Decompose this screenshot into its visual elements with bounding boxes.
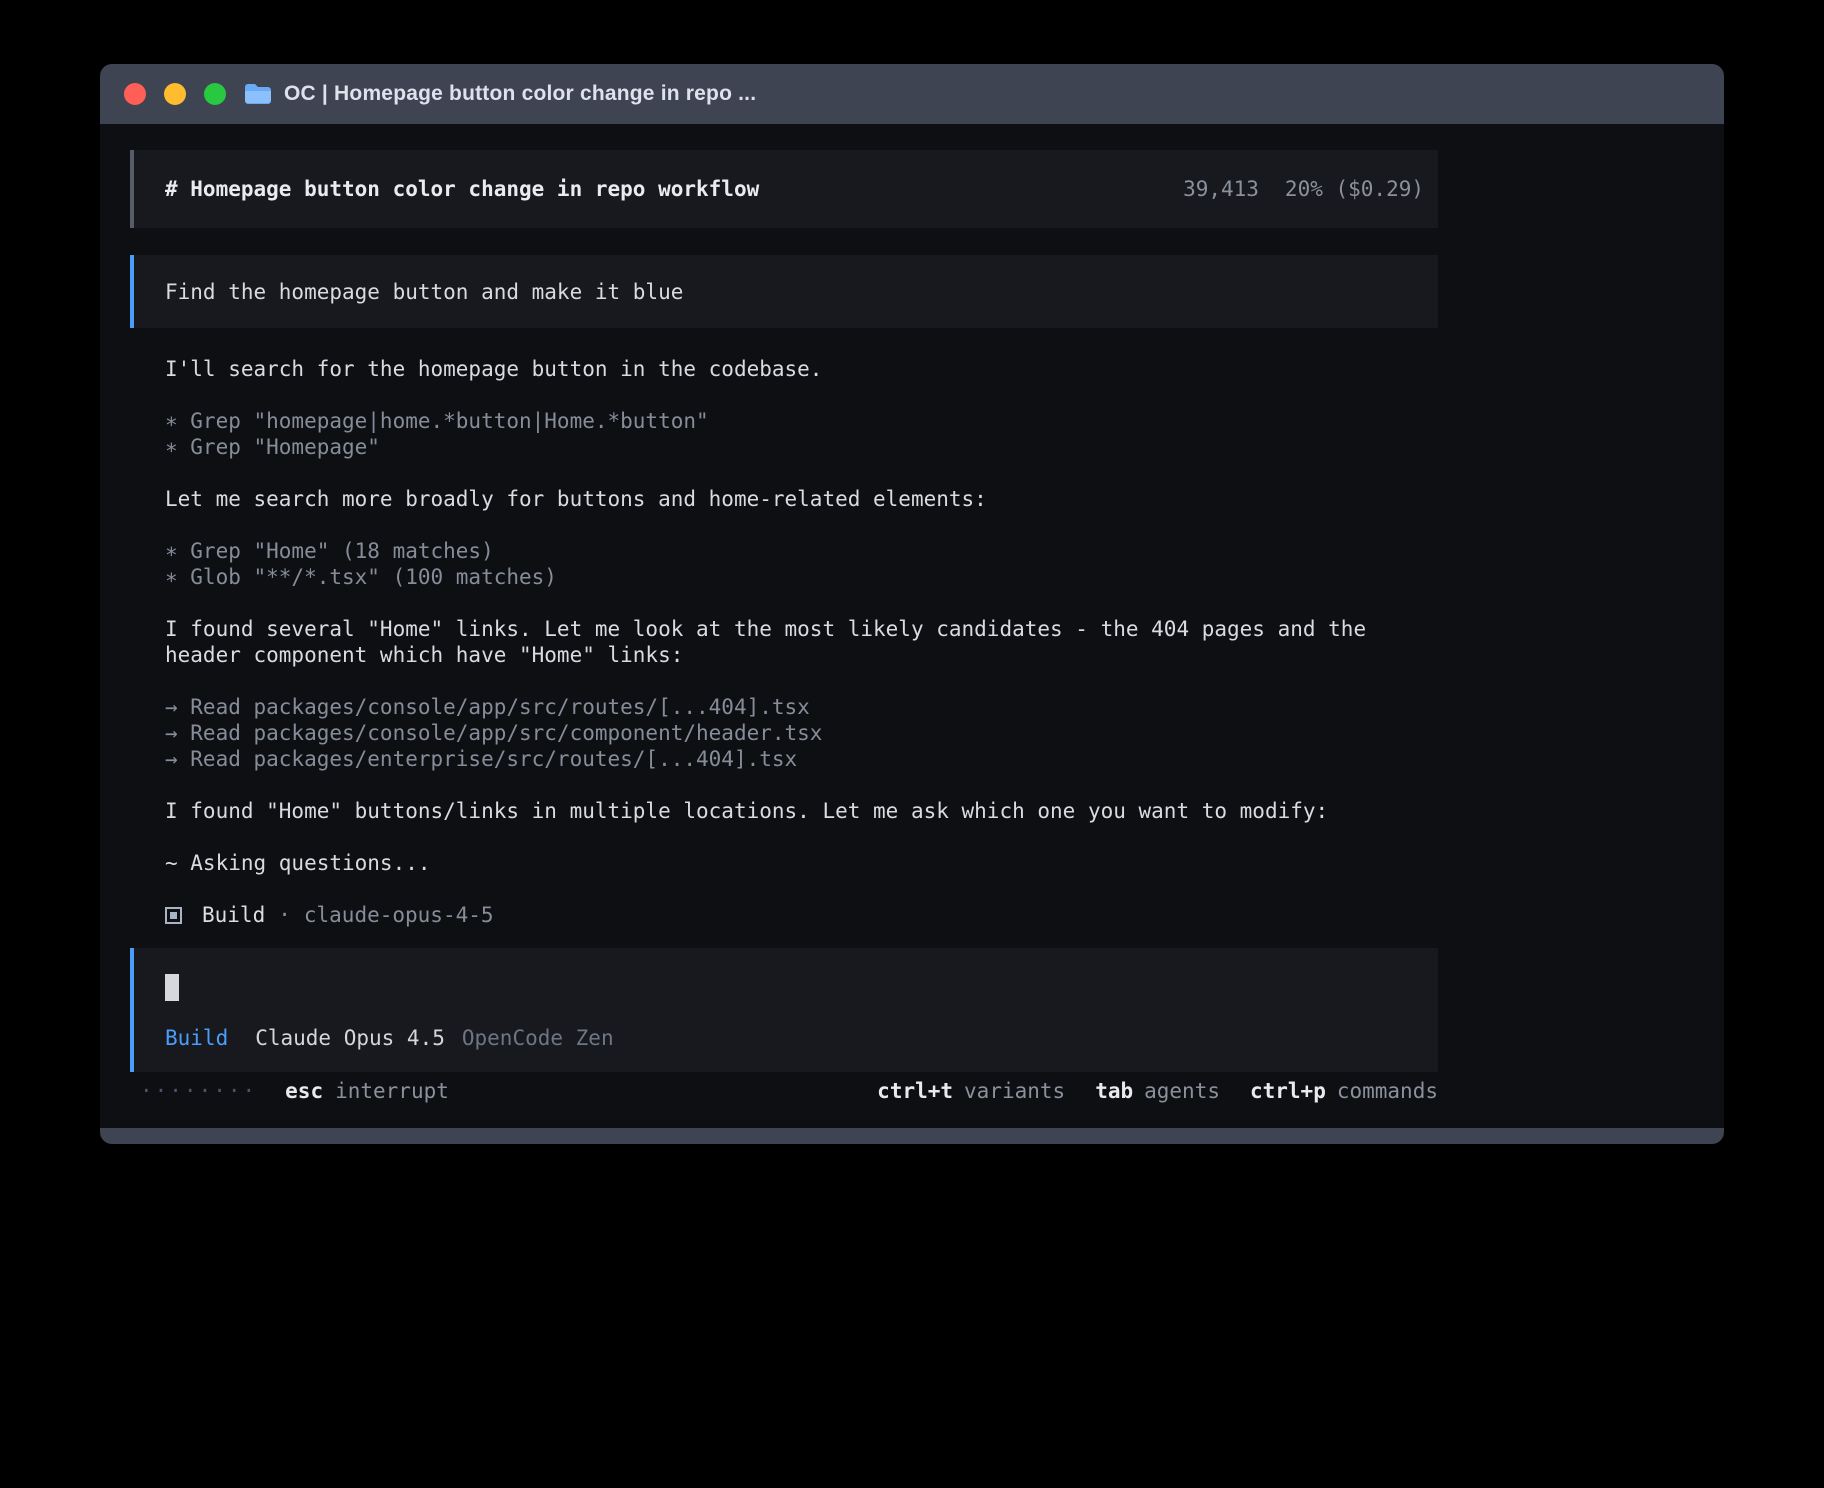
provider-label: OpenCode Zen [462, 1026, 614, 1050]
tool-call-glob: ∗ Glob "**/*.tsx" (100 matches) [165, 564, 1389, 590]
status-bar: ········ esc interrupt ctrl+t variants t… [130, 1079, 1438, 1103]
assistant-text: Let me search more broadly for buttons a… [165, 486, 1389, 512]
tool-call-read: → Read packages/console/app/src/componen… [165, 720, 1389, 746]
tool-call-grep: ∗ Grep "homepage|home.*button|Home.*butt… [165, 408, 1389, 434]
esc-key-hint: esc [285, 1079, 323, 1103]
traffic-lights [124, 83, 226, 105]
agent-model: claude-opus-4-5 [304, 902, 494, 928]
commands-label: commands [1337, 1079, 1438, 1103]
assistant-status: ~ Asking questions... [165, 850, 1389, 876]
assistant-text: I found several "Home" links. Let me loo… [165, 616, 1389, 668]
ctrl-t-key-hint: ctrl+t [877, 1079, 953, 1103]
build-agent-icon [165, 907, 182, 924]
token-count: 39,413 [1183, 177, 1259, 201]
window-title: OC | Homepage button color change in rep… [284, 82, 756, 106]
session-meta: 39,413 20% ($0.29) [1183, 177, 1424, 201]
user-message: Find the homepage button and make it blu… [130, 255, 1438, 328]
folder-icon [244, 83, 272, 105]
session-title: # Homepage button color change in repo w… [165, 177, 759, 201]
tool-call-read: → Read packages/enterprise/src/routes/[.… [165, 746, 1389, 772]
agent-status-line: Build · claude-opus-4-5 [165, 902, 1389, 928]
tool-call-grep: ∗ Grep "Home" (18 matches) [165, 538, 1389, 564]
assistant-text: I found "Home" buttons/links in multiple… [165, 798, 1389, 824]
prompt-input[interactable]: Build Claude Opus 4.5 OpenCode Zen [130, 948, 1438, 1072]
tool-call-read: → Read packages/console/app/src/routes/[… [165, 694, 1389, 720]
assistant-text: I'll search for the homepage button in t… [165, 356, 1389, 382]
minimize-button[interactable] [164, 83, 186, 105]
spinner-dots: ········ [140, 1079, 257, 1103]
terminal-content: # Homepage button color change in repo w… [100, 124, 1724, 1128]
tab-key-hint: tab [1095, 1079, 1133, 1103]
text-cursor [165, 974, 179, 1001]
zoom-button[interactable] [204, 83, 226, 105]
session-header: # Homepage button color change in repo w… [130, 150, 1438, 228]
agent-separator: · [278, 902, 291, 928]
terminal-window: OC | Homepage button color change in rep… [100, 64, 1724, 1144]
agents-hint: tab agents [1095, 1079, 1220, 1103]
model-label[interactable]: Claude Opus 4.5 [255, 1026, 445, 1050]
ctrl-p-key-hint: ctrl+p [1250, 1079, 1326, 1103]
input-meta: Build Claude Opus 4.5 OpenCode Zen [165, 1026, 614, 1050]
agent-name: Build [202, 902, 265, 928]
status-right: ctrl+t variants tab agents ctrl+p comman… [877, 1079, 1438, 1103]
title-bar[interactable]: OC | Homepage button color change in rep… [100, 64, 1724, 124]
close-button[interactable] [124, 83, 146, 105]
variants-hint: ctrl+t variants [877, 1079, 1065, 1103]
mode-label[interactable]: Build [165, 1026, 228, 1050]
context-cost: 20% ($0.29) [1285, 177, 1424, 201]
user-message-text: Find the homepage button and make it blu… [165, 280, 683, 304]
tool-call-grep: ∗ Grep "Homepage" [165, 434, 1389, 460]
agents-label: agents [1144, 1079, 1220, 1103]
commands-hint: ctrl+p commands [1250, 1079, 1438, 1103]
conversation: I'll search for the homepage button in t… [165, 356, 1389, 954]
esc-key-label: interrupt [335, 1079, 449, 1103]
variants-label: variants [964, 1079, 1065, 1103]
status-left: ········ esc interrupt [130, 1079, 449, 1103]
